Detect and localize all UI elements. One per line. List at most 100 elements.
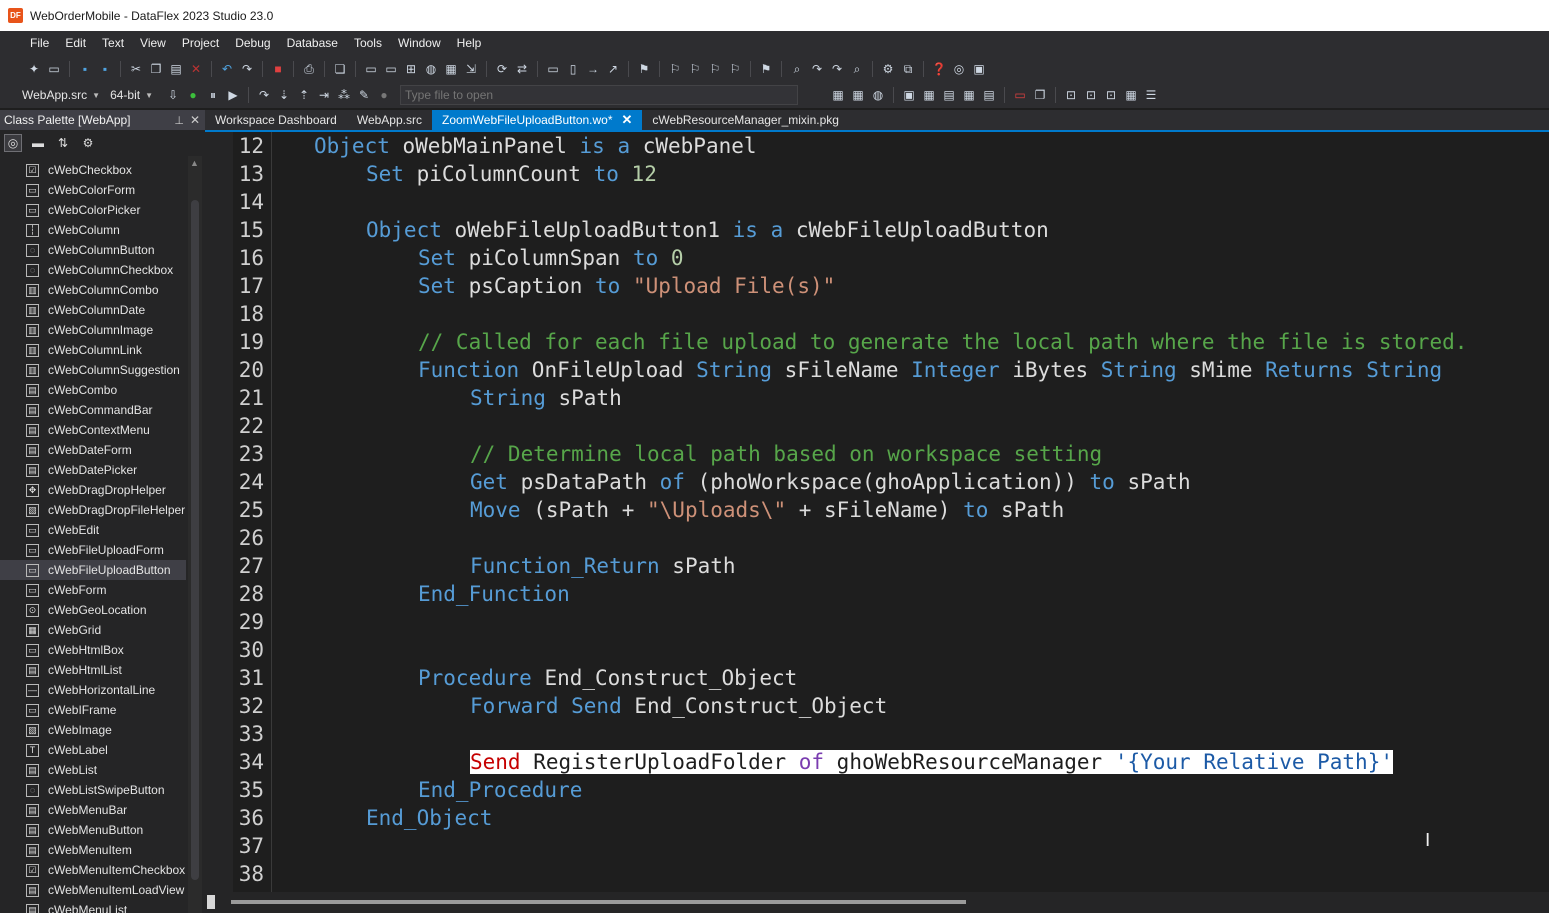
palette-item[interactable]: ▧ cWebImage (0, 720, 186, 740)
layout-list-icon[interactable]: ☰ (1143, 87, 1159, 103)
class-palette-scrollbar[interactable]: ▲ (188, 156, 202, 913)
palette-item[interactable]: ▤ cWebDateForm (0, 440, 186, 460)
breakpoints-icon[interactable]: ⁂ (336, 87, 352, 103)
bookmark-prev-icon[interactable]: ⚐ (707, 61, 723, 77)
find-prev-icon[interactable]: ↷ (829, 61, 845, 77)
step-into-icon[interactable]: ⇣ (276, 87, 292, 103)
panel-icon[interactable]: ▭ (383, 61, 399, 77)
tab-zoom-web-file-upload-button[interactable]: ZoomWebFileUploadButton.wo* ✕ (431, 110, 643, 130)
find-replace-icon[interactable]: ⌕ (849, 61, 865, 77)
palette-item[interactable]: ◌ cWebColumnButton (0, 240, 186, 260)
editor-horizontal-scrollbar[interactable] (205, 892, 1549, 913)
layout-b-icon[interactable]: ⊡ (1083, 87, 1099, 103)
web-help-icon[interactable]: ◎ (951, 61, 967, 77)
menu-project[interactable]: Project (174, 31, 227, 56)
link-icon[interactable]: ↗ (605, 61, 621, 77)
palette-item[interactable]: ◌ cWebListSwipeButton (0, 780, 186, 800)
bookmark-icon[interactable]: ⚐ (667, 61, 683, 77)
menu-database[interactable]: Database (279, 31, 346, 56)
database-icon[interactable]: ◍ (870, 87, 886, 103)
compile-icon[interactable]: ⇩ (165, 87, 181, 103)
plugin-icon[interactable]: ⧉ (900, 61, 916, 77)
delete-icon[interactable]: ✕ (188, 61, 204, 77)
palette-item[interactable]: ▤ cWebMenuItemLoadView (0, 880, 186, 900)
cut-icon[interactable]: ✂ (128, 61, 144, 77)
help-icon[interactable]: ❓ (931, 61, 947, 77)
code-editor[interactable]: 12 Object oWebMainPanel is a cWebPanel 13 S… (205, 132, 1549, 892)
menu-debug[interactable]: Debug (227, 31, 278, 56)
menu-view[interactable]: View (132, 31, 174, 56)
arrow-right-icon[interactable]: → (585, 61, 601, 77)
palette-item[interactable]: ◌ cWebColumnCheckbox (0, 260, 186, 280)
undo-icon[interactable]: ↶ (219, 61, 235, 77)
save-all-icon[interactable]: ▪ (97, 61, 113, 77)
palette-item[interactable]: ▤ cWebDatePicker (0, 460, 186, 480)
open-folder-icon[interactable]: ▭ (46, 61, 62, 77)
palette-item[interactable]: ▧ cWebDragDropFileHelper (0, 500, 186, 520)
flag-icon[interactable]: ⚑ (636, 61, 652, 77)
palette-item[interactable]: ▤ cWebMenuList (0, 900, 186, 913)
palette-item[interactable]: ▥ cWebColumnLink (0, 340, 186, 360)
palette-tree-icon[interactable]: ⚙ (79, 134, 97, 152)
palette-item[interactable]: ▥ cWebColumnSuggestion (0, 360, 186, 380)
palette-item[interactable]: ▤ cWebCombo (0, 380, 186, 400)
palette-item[interactable]: ▭ cWebIFrame (0, 700, 186, 720)
export-icon[interactable]: ⇲ (463, 61, 479, 77)
palette-item[interactable]: ⊙ cWebGeoLocation (0, 600, 186, 620)
stop-icon[interactable]: ■ (270, 61, 286, 77)
layout-a-icon[interactable]: ⊡ (1063, 87, 1079, 103)
table-icon[interactable]: ▦ (830, 87, 846, 103)
find-icon[interactable]: ⌕ (789, 61, 805, 77)
run-icon[interactable]: ● (185, 87, 201, 103)
pause-icon[interactable]: ⏸ (205, 87, 221, 103)
palette-item[interactable]: ┆ cWebColumn (0, 220, 186, 240)
layout-table-icon[interactable]: ▦ (1123, 87, 1139, 103)
print-icon[interactable]: ⎙ (301, 61, 317, 77)
palette-item[interactable]: ✥ cWebDragDropHelper (0, 480, 186, 500)
db-grid-icon[interactable]: ▦ (961, 87, 977, 103)
continue-icon[interactable]: ▶ (225, 87, 241, 103)
run-to-cursor-icon[interactable]: ⇥ (316, 87, 332, 103)
palette-item[interactable]: ▭ cWebColorForm (0, 180, 186, 200)
scrollbar-thumb[interactable] (191, 200, 199, 880)
document-icon[interactable]: ▯ (565, 61, 581, 77)
bookmark-clear-icon[interactable]: ⚐ (727, 61, 743, 77)
view-icon[interactable]: ▭ (363, 61, 379, 77)
palette-item[interactable]: ☑ cWebMenuItemCheckbox (0, 860, 186, 880)
step-over-icon[interactable]: ↷ (256, 87, 272, 103)
palette-item[interactable]: ▭ cWebForm (0, 580, 186, 600)
project-select[interactable]: WebApp.src ▼ (22, 88, 100, 102)
palette-view-icon[interactable]: ◎ (4, 134, 22, 152)
tool-b-icon[interactable]: ⇄ (514, 61, 530, 77)
watch-icon[interactable]: ✎ (356, 87, 372, 103)
palette-item[interactable]: ▤ cWebMenuItem (0, 840, 186, 860)
db-explorer-icon[interactable]: ▣ (901, 87, 917, 103)
palette-item[interactable]: ▤ cWebList (0, 760, 186, 780)
window-red-icon[interactable]: ▭ (1012, 87, 1028, 103)
palette-toggle-icon[interactable]: ▬ (29, 134, 47, 152)
about-icon[interactable]: ▣ (971, 61, 987, 77)
close-tab-icon[interactable]: ✕ (622, 112, 633, 128)
menu-edit[interactable]: Edit (57, 31, 94, 56)
palette-item[interactable]: TcWebLabel (0, 740, 186, 760)
sql-icon[interactable]: ▤ (981, 87, 997, 103)
palette-item[interactable]: ▭ cWebColorPicker (0, 200, 186, 220)
menu-file[interactable]: File (22, 31, 57, 56)
tool-a-icon[interactable]: ⟳ (494, 61, 510, 77)
pin-icon[interactable]: ⊥ (174, 114, 184, 127)
palette-item[interactable]: ▭ cWebFileUploadButton (0, 560, 186, 580)
breakpoint-icon[interactable]: ● (376, 87, 392, 103)
palette-item[interactable]: ▭ cWebHtmlBox (0, 640, 186, 660)
palette-item[interactable]: ▤ cWebCommandBar (0, 400, 186, 420)
globe-icon[interactable]: ◍ (423, 61, 439, 77)
palette-item[interactable]: ▦ cWebGrid (0, 620, 186, 640)
palette-item[interactable]: ▥ cWebColumnCombo (0, 280, 186, 300)
layout-c-icon[interactable]: ⊡ (1103, 87, 1119, 103)
palette-item[interactable]: ▭ cWebEdit (0, 520, 186, 540)
menu-text[interactable]: Text (94, 31, 132, 56)
palette-item[interactable]: ▥ cWebColumnImage (0, 320, 186, 340)
step-out-icon[interactable]: ⇡ (296, 87, 312, 103)
palette-item[interactable]: ▥ cWebColumnDate (0, 300, 186, 320)
tab-cweb-resource-manager-mixin[interactable]: cWebResourceManager_mixin.pkg (642, 110, 849, 130)
close-icon[interactable]: ✕ (190, 113, 200, 127)
